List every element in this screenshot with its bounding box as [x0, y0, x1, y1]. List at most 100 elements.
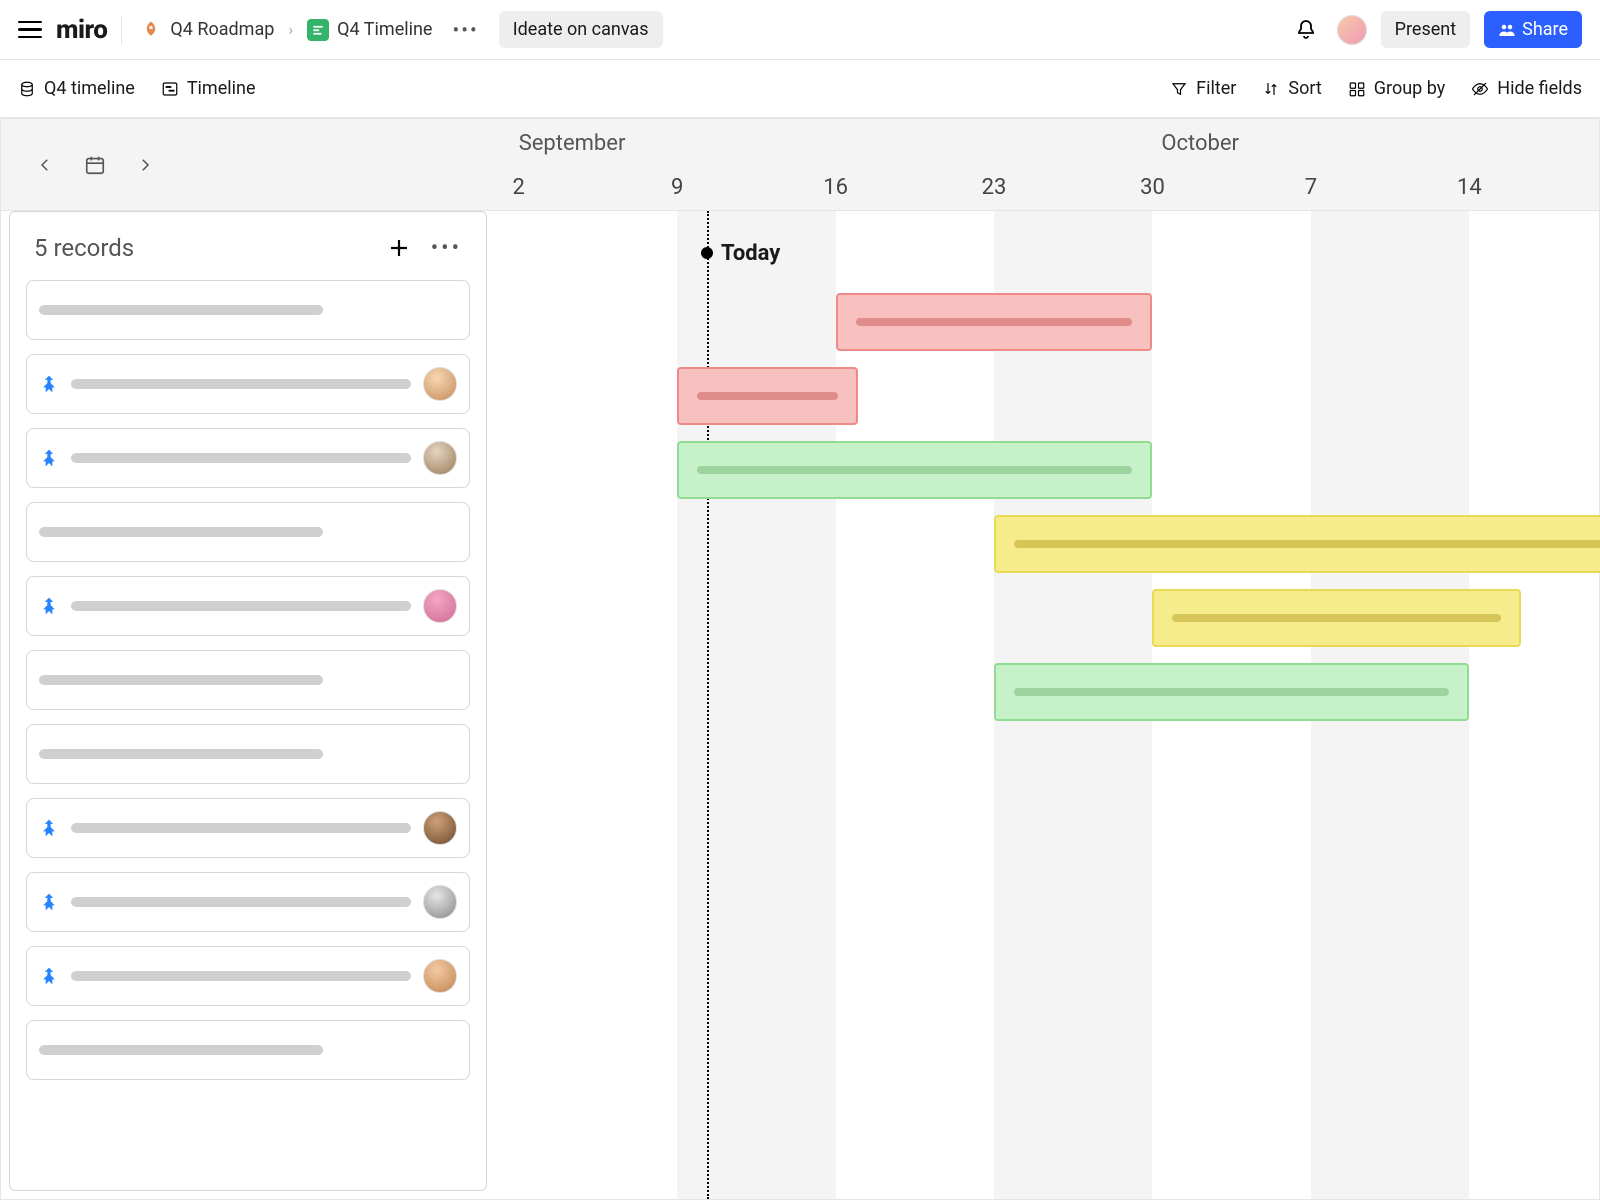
view-type-label: Timeline — [187, 78, 256, 99]
timeline-page-icon — [307, 19, 329, 41]
view-name-label: Q4 timeline — [44, 78, 135, 99]
jira-icon — [39, 818, 59, 838]
records-more-button[interactable]: ••• — [431, 236, 462, 261]
timeline-bar[interactable] — [1152, 589, 1521, 647]
hide-fields-button[interactable]: Hide fields — [1471, 78, 1582, 99]
breadcrumb-root-label: Q4 Roadmap — [170, 19, 274, 40]
bar-content-placeholder — [856, 318, 1133, 326]
next-period-button[interactable] — [131, 151, 159, 179]
group-by-button[interactable]: Group by — [1348, 78, 1445, 99]
records-sidebar: 5 records ••• — [9, 211, 487, 1191]
share-button[interactable]: Share — [1484, 11, 1582, 48]
today-line — [707, 211, 709, 1199]
group-icon — [1348, 80, 1366, 98]
timeline-area: SeptemberOctober2916233071421 5 records … — [0, 118, 1600, 1200]
view-toolbar: Q4 timeline Timeline Filter Sort Group b… — [0, 60, 1600, 118]
timeline-header[interactable]: SeptemberOctober2916233071421 — [491, 119, 1599, 210]
breadcrumb-root[interactable]: Q4 Roadmap — [136, 15, 278, 45]
notifications-icon[interactable] — [1289, 13, 1323, 47]
view-type[interactable]: Timeline — [161, 78, 256, 99]
month-label: October — [1161, 131, 1239, 156]
timeline-bar[interactable] — [994, 515, 1600, 573]
ideate-button[interactable]: Ideate on canvas — [499, 11, 663, 48]
assignee-avatar[interactable] — [423, 589, 457, 623]
timeline-bars[interactable]: Today — [491, 211, 1599, 1199]
prev-period-button[interactable] — [31, 151, 59, 179]
chevron-right-icon — [136, 156, 154, 174]
record-title-placeholder — [71, 379, 411, 389]
database-icon — [18, 80, 36, 98]
day-label: 16 — [823, 175, 848, 200]
assignee-avatar[interactable] — [423, 441, 457, 475]
month-label: September — [519, 131, 626, 156]
record-title-placeholder — [71, 453, 411, 463]
sort-label: Sort — [1288, 78, 1321, 99]
record-card[interactable] — [26, 724, 470, 784]
record-title-placeholder — [39, 1045, 323, 1055]
app-logo[interactable]: miro — [56, 15, 107, 45]
bar-content-placeholder — [1014, 540, 1600, 548]
record-title-placeholder — [71, 897, 411, 907]
record-title-placeholder — [71, 971, 411, 981]
present-button[interactable]: Present — [1381, 11, 1471, 48]
jira-icon — [39, 596, 59, 616]
timeline-bar[interactable] — [677, 441, 1152, 499]
chevron-left-icon — [36, 156, 54, 174]
record-card[interactable] — [26, 1020, 470, 1080]
more-menu-icon[interactable]: ••• — [446, 16, 484, 44]
hamburger-menu-icon[interactable] — [18, 21, 42, 39]
record-card[interactable] — [26, 946, 470, 1006]
day-label: 2 — [513, 175, 525, 200]
plus-icon — [387, 236, 411, 260]
records-count: 5 records — [34, 234, 134, 262]
day-label: 14 — [1457, 175, 1482, 200]
filter-icon — [1170, 80, 1188, 98]
record-card[interactable] — [26, 280, 470, 340]
assignee-avatar[interactable] — [423, 885, 457, 919]
hide-fields-label: Hide fields — [1497, 78, 1582, 99]
day-label: 30 — [1140, 175, 1165, 200]
day-label: 7 — [1305, 175, 1317, 200]
app-bar: miro Q4 Roadmap › Q4 Timeline ••• Ideate… — [0, 0, 1600, 60]
jira-icon — [39, 374, 59, 394]
breadcrumb: Q4 Roadmap › Q4 Timeline ••• — [136, 15, 484, 45]
timeline-icon — [161, 80, 179, 98]
jira-icon — [39, 448, 59, 468]
assignee-avatar[interactable] — [423, 367, 457, 401]
filter-label: Filter — [1196, 78, 1236, 99]
filter-button[interactable]: Filter — [1170, 78, 1236, 99]
calendar-button[interactable] — [81, 151, 109, 179]
breadcrumb-current[interactable]: Q4 Timeline — [303, 15, 436, 45]
breadcrumb-current-label: Q4 Timeline — [337, 19, 432, 40]
date-nav — [1, 119, 491, 210]
sort-icon — [1262, 80, 1280, 98]
sort-button[interactable]: Sort — [1262, 78, 1321, 99]
eye-off-icon — [1471, 80, 1489, 98]
record-card[interactable] — [26, 650, 470, 710]
record-card[interactable] — [26, 798, 470, 858]
record-card[interactable] — [26, 354, 470, 414]
jira-icon — [39, 892, 59, 912]
bar-content-placeholder — [1172, 614, 1501, 622]
rocket-icon — [140, 19, 162, 41]
record-card[interactable] — [26, 872, 470, 932]
add-record-button[interactable] — [387, 236, 411, 260]
timeline-bar[interactable] — [836, 293, 1153, 351]
timeline-bar[interactable] — [677, 367, 858, 425]
record-card[interactable] — [26, 576, 470, 636]
timeline-bar[interactable] — [994, 663, 1469, 721]
view-name[interactable]: Q4 timeline — [18, 78, 135, 99]
user-avatar[interactable] — [1337, 15, 1367, 45]
record-title-placeholder — [39, 527, 323, 537]
share-label: Share — [1522, 19, 1568, 40]
record-title-placeholder — [39, 305, 323, 315]
record-title-placeholder — [39, 749, 323, 759]
record-title-placeholder — [71, 823, 411, 833]
record-card[interactable] — [26, 502, 470, 562]
assignee-avatar[interactable] — [423, 959, 457, 993]
record-card[interactable] — [26, 428, 470, 488]
today-label: Today — [721, 241, 780, 266]
chevron-right-icon: › — [288, 20, 293, 39]
group-by-label: Group by — [1374, 78, 1445, 99]
assignee-avatar[interactable] — [423, 811, 457, 845]
